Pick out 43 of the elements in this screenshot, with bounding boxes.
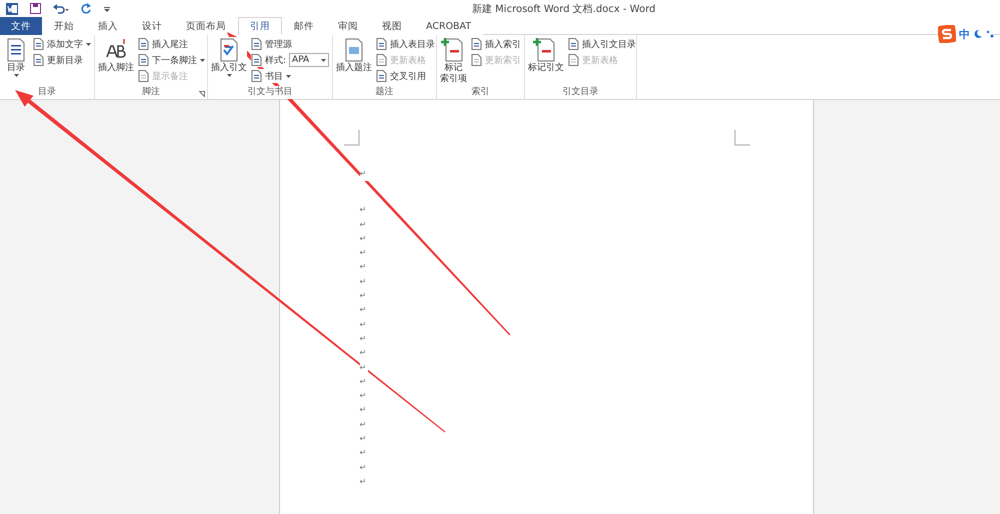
document-icon	[376, 70, 387, 82]
undo-icon[interactable]	[53, 3, 69, 14]
document-icon	[568, 38, 579, 50]
ribbon-button[interactable]: 下一条脚注	[138, 53, 205, 67]
ribbon-button[interactable]: 插入表目录	[376, 37, 435, 51]
document-icon	[471, 38, 482, 50]
caret-icon	[286, 74, 291, 78]
document-icon	[251, 38, 262, 50]
ribbon-tab[interactable]: 文件	[0, 17, 42, 35]
save-icon[interactable]	[30, 3, 41, 14]
style-dropdown[interactable]: APA	[289, 53, 330, 67]
caret-icon	[226, 74, 232, 77]
redo-icon[interactable]	[81, 3, 92, 14]
ime-mode[interactable]: 中	[959, 26, 970, 42]
style-label: 样式:	[265, 54, 286, 66]
caret-icon	[14, 74, 18, 77]
document-icon	[376, 54, 387, 66]
ribbon-button[interactable]: 插入引文目录	[568, 37, 636, 51]
customize-menu-icon[interactable]	[104, 6, 110, 12]
document-icon	[138, 38, 149, 50]
punctuation-icon[interactable]	[986, 30, 994, 38]
margin-corner-icon	[344, 130, 360, 146]
caret-icon	[200, 58, 205, 62]
document-icon	[251, 70, 262, 82]
margin-corner-icon	[734, 130, 750, 146]
caret-icon	[321, 58, 326, 62]
ime-toolbar[interactable]: 中	[938, 25, 994, 43]
document-icon	[138, 70, 149, 82]
moon-icon[interactable]	[973, 29, 983, 39]
word-logo-icon[interactable]	[6, 2, 18, 14]
document-icon	[138, 54, 149, 66]
ribbon-button[interactable]: 插入索引	[471, 37, 521, 51]
group-label: 引文与书目	[248, 86, 292, 99]
document-icon	[376, 38, 387, 50]
document-icon	[471, 54, 482, 66]
ribbon-button[interactable]: 添加文字	[33, 37, 91, 51]
dialog-launcher-icon[interactable]	[199, 91, 205, 97]
ribbon-tab[interactable]: 引用	[238, 17, 282, 35]
document-icon	[33, 54, 44, 66]
document-icon	[568, 54, 579, 66]
window-title: 新建 Microsoft Word 文档.docx - Word	[472, 2, 656, 16]
caret-icon	[86, 42, 91, 46]
document-icon	[33, 38, 44, 50]
